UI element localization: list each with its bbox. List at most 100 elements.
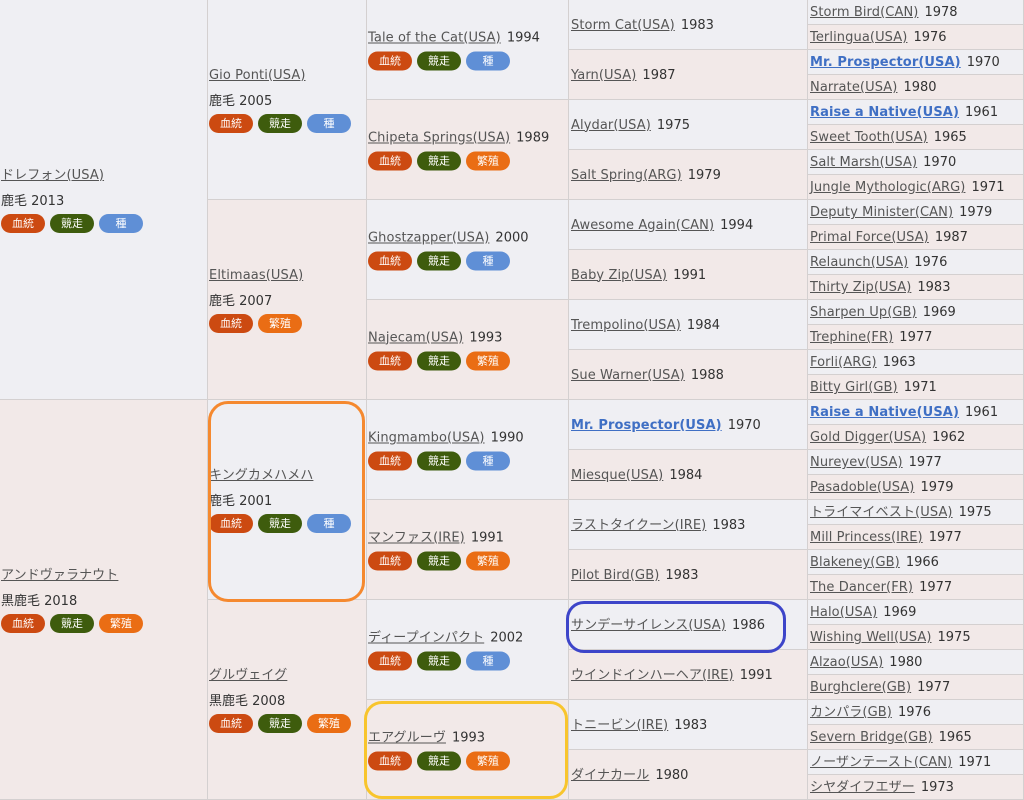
horse-link-sharpen-up-gb[interactable]: Sharpen Up(GB) — [810, 305, 917, 320]
shu-badge[interactable]: 種 — [466, 251, 510, 270]
horse-link-bitty-girl-gb[interactable]: Bitty Girl(GB) — [810, 380, 898, 395]
hanshoku-badge[interactable]: 繁殖 — [99, 613, 143, 633]
horse-link-najecam-usa[interactable]: Najecam(USA) — [368, 330, 463, 345]
horse-link-raise-a-native-usa[interactable]: Raise a Native(USA) — [810, 405, 959, 420]
horse-link-pasadoble-usa[interactable]: Pasadoble(USA) — [810, 480, 914, 495]
horse-link-chipeta-springs-usa[interactable]: Chipeta Springs(USA) — [368, 130, 510, 145]
shu-badge[interactable]: 種 — [466, 51, 510, 70]
horse-link-horse[interactable]: エアグルーヴ — [368, 730, 446, 745]
kyoso-badge[interactable]: 競走 — [417, 351, 461, 370]
horse-link-horse[interactable]: シヤダイフエザー — [810, 780, 915, 795]
horse-link-gio-ponti-usa[interactable]: Gio Ponti(USA) — [209, 68, 306, 83]
shu-badge[interactable]: 種 — [466, 651, 510, 670]
horse-link-horse[interactable]: ダイナカール — [571, 768, 649, 783]
kettou-badge[interactable]: 血統 — [368, 51, 412, 70]
horse-link-horse[interactable]: アンドヴァラナウト — [1, 568, 118, 583]
kyoso-badge[interactable]: 競走 — [417, 151, 461, 170]
horse-link-trephine-fr[interactable]: Trephine(FR) — [810, 330, 893, 345]
horse-link-gb[interactable]: カンパラ(GB) — [810, 705, 892, 720]
horse-link-storm-cat-usa[interactable]: Storm Cat(USA) — [571, 18, 675, 33]
hanshoku-badge[interactable]: 繁殖 — [466, 551, 510, 570]
horse-link-primal-force-usa[interactable]: Primal Force(USA) — [810, 230, 929, 245]
horse-link-usa[interactable]: トライマイベスト(USA) — [810, 505, 953, 520]
horse-link-deputy-minister-can[interactable]: Deputy Minister(CAN) — [810, 205, 953, 220]
horse-link-ghostzapper-usa[interactable]: Ghostzapper(USA) — [368, 230, 489, 245]
kettou-badge[interactable]: 血統 — [368, 451, 412, 470]
kyoso-badge[interactable]: 競走 — [50, 613, 94, 633]
horse-link-horse[interactable]: グルヴェイグ — [209, 668, 287, 683]
kettou-badge[interactable]: 血統 — [368, 651, 412, 670]
kettou-badge[interactable]: 血統 — [209, 713, 253, 733]
horse-link-tale-of-the-cat-usa[interactable]: Tale of the Cat(USA) — [368, 30, 501, 45]
kyoso-badge[interactable]: 競走 — [417, 251, 461, 270]
horse-link-ire[interactable]: トニービン(IRE) — [571, 718, 668, 733]
horse-link-trempolino-usa[interactable]: Trempolino(USA) — [571, 318, 681, 333]
kyoso-badge[interactable]: 競走 — [417, 651, 461, 670]
kettou-badge[interactable]: 血統 — [1, 613, 45, 633]
horse-link-usa[interactable]: ドレフォン(USA) — [1, 168, 104, 183]
hanshoku-badge[interactable]: 繁殖 — [466, 751, 510, 770]
horse-link-halo-usa[interactable]: Halo(USA) — [810, 605, 877, 620]
shu-badge[interactable]: 種 — [307, 513, 351, 533]
horse-link-sweet-tooth-usa[interactable]: Sweet Tooth(USA) — [810, 130, 928, 145]
hanshoku-badge[interactable]: 繁殖 — [466, 351, 510, 370]
kettou-badge[interactable]: 血統 — [1, 213, 45, 233]
kyoso-badge[interactable]: 競走 — [258, 713, 302, 733]
horse-link-can[interactable]: ノーザンテースト(CAN) — [810, 755, 952, 770]
horse-link-mr-prospector-usa[interactable]: Mr. Prospector(USA) — [810, 55, 961, 70]
horse-link-relaunch-usa[interactable]: Relaunch(USA) — [810, 255, 908, 270]
kettou-badge[interactable]: 血統 — [209, 513, 253, 533]
hanshoku-badge[interactable]: 繁殖 — [307, 713, 351, 733]
horse-link-pilot-bird-gb[interactable]: Pilot Bird(GB) — [571, 568, 659, 583]
horse-link-kingmambo-usa[interactable]: Kingmambo(USA) — [368, 430, 485, 445]
kyoso-badge[interactable]: 競走 — [417, 51, 461, 70]
kyoso-badge[interactable]: 競走 — [50, 213, 94, 233]
horse-link-severn-bridge-gb[interactable]: Severn Bridge(GB) — [810, 730, 933, 745]
horse-link-burghclere-gb[interactable]: Burghclere(GB) — [810, 680, 911, 695]
horse-link-thirty-zip-usa[interactable]: Thirty Zip(USA) — [810, 280, 911, 295]
horse-link-nureyev-usa[interactable]: Nureyev(USA) — [810, 455, 903, 470]
shu-badge[interactable]: 種 — [466, 451, 510, 470]
kyoso-badge[interactable]: 競走 — [417, 751, 461, 770]
hanshoku-badge[interactable]: 繁殖 — [258, 313, 302, 333]
kettou-badge[interactable]: 血統 — [209, 313, 253, 333]
horse-link-alydar-usa[interactable]: Alydar(USA) — [571, 118, 651, 133]
kettou-badge[interactable]: 血統 — [368, 351, 412, 370]
kettou-badge[interactable]: 血統 — [368, 551, 412, 570]
kyoso-badge[interactable]: 競走 — [417, 551, 461, 570]
horse-link-jungle-mythologic-arg[interactable]: Jungle Mythologic(ARG) — [810, 180, 965, 195]
horse-link-terlingua-usa[interactable]: Terlingua(USA) — [810, 30, 907, 45]
horse-link-miesque-usa[interactable]: Miesque(USA) — [571, 468, 663, 483]
horse-link-salt-spring-arg[interactable]: Salt Spring(ARG) — [571, 168, 682, 183]
horse-link-alzao-usa[interactable]: Alzao(USA) — [810, 655, 883, 670]
hanshoku-badge[interactable]: 繁殖 — [466, 151, 510, 170]
kyoso-badge[interactable]: 競走 — [417, 451, 461, 470]
horse-link-raise-a-native-usa[interactable]: Raise a Native(USA) — [810, 105, 959, 120]
horse-link-ire[interactable]: マンファス(IRE) — [368, 530, 465, 545]
horse-link-mr-prospector-usa[interactable]: Mr. Prospector(USA) — [571, 418, 722, 433]
kyoso-badge[interactable]: 競走 — [258, 113, 302, 133]
horse-link-wishing-well-usa[interactable]: Wishing Well(USA) — [810, 630, 932, 645]
horse-link-ire[interactable]: ウインドインハーヘア(IRE) — [571, 668, 734, 683]
horse-link-storm-bird-can[interactable]: Storm Bird(CAN) — [810, 5, 918, 20]
horse-link-horse[interactable]: ディープインパクト — [368, 630, 484, 645]
horse-link-sue-warner-usa[interactable]: Sue Warner(USA) — [571, 368, 685, 383]
shu-badge[interactable]: 種 — [307, 113, 351, 133]
horse-link-the-dancer-fr[interactable]: The Dancer(FR) — [810, 580, 913, 595]
horse-link-gold-digger-usa[interactable]: Gold Digger(USA) — [810, 430, 926, 445]
horse-link-awesome-again-can[interactable]: Awesome Again(CAN) — [571, 218, 714, 233]
horse-link-narrate-usa[interactable]: Narrate(USA) — [810, 80, 897, 95]
horse-link-ire[interactable]: ラストタイクーン(IRE) — [571, 518, 706, 533]
kettou-badge[interactable]: 血統 — [368, 151, 412, 170]
horse-link-blakeney-gb[interactable]: Blakeney(GB) — [810, 555, 900, 570]
shu-badge[interactable]: 種 — [99, 213, 143, 233]
kettou-badge[interactable]: 血統 — [368, 751, 412, 770]
horse-link-mill-princess-ire[interactable]: Mill Princess(IRE) — [810, 530, 923, 545]
horse-link-eltimaas-usa[interactable]: Eltimaas(USA) — [209, 268, 303, 283]
kyoso-badge[interactable]: 競走 — [258, 513, 302, 533]
horse-link-horse[interactable]: キングカメハメハ — [209, 468, 313, 483]
horse-link-forli-arg[interactable]: Forli(ARG) — [810, 355, 877, 370]
kettou-badge[interactable]: 血統 — [368, 251, 412, 270]
horse-link-yarn-usa[interactable]: Yarn(USA) — [571, 68, 636, 83]
horse-link-baby-zip-usa[interactable]: Baby Zip(USA) — [571, 268, 667, 283]
